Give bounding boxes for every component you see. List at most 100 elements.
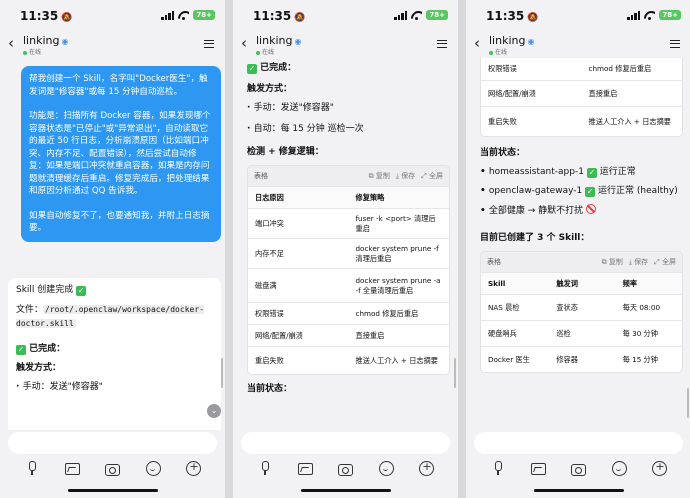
image-icon[interactable] xyxy=(65,461,81,475)
menu-icon[interactable] xyxy=(670,40,680,48)
status-bar: 11:35 🔕 78+ xyxy=(466,0,690,30)
menu-icon[interactable] xyxy=(204,40,214,48)
plus-icon[interactable] xyxy=(418,460,434,476)
done-heading: 已完成： xyxy=(260,63,297,73)
table-row: 端口冲突 fuser -k <port> 清理后重启 xyxy=(248,208,449,238)
message-input[interactable] xyxy=(474,432,683,454)
status-time: 11:35 xyxy=(253,9,292,23)
home-indicator xyxy=(533,489,624,492)
emoji-icon[interactable] xyxy=(378,461,394,476)
bot-message[interactable]: ✓ 已完成： 触发方式： 手动：发送"修容器" 自动：每 15 分钟 巡检一次 … xyxy=(247,62,450,402)
wifi-icon xyxy=(411,11,422,20)
chat-title: linking xyxy=(256,34,293,47)
bot-message[interactable]: Skill 创建完成 ✓ 文件：/root/.openclaw/workspac… xyxy=(8,278,221,430)
status-bar: 11:35 🔕 78+ xyxy=(233,0,458,30)
camera-icon[interactable] xyxy=(338,461,354,476)
table-row: 网络/配置/崩溃 直接重启 xyxy=(481,80,682,106)
microphone-icon[interactable] xyxy=(25,461,39,475)
chat-header: ‹ linking ◉ 在线 xyxy=(233,30,458,58)
microphone-icon[interactable] xyxy=(491,461,505,475)
input-toolbar xyxy=(233,458,458,478)
save-button[interactable]: ⤓ 保存 xyxy=(629,256,648,269)
check-icon: ✓ xyxy=(586,168,597,178)
bot-message[interactable]: 权限错误 chmod 修复后重启 网络/配置/崩溃 直接重启 重启失败 推送人工介入 … xyxy=(480,58,683,373)
scrollbar[interactable] xyxy=(221,358,223,388)
chat-title: linking xyxy=(23,34,60,47)
back-icon[interactable]: ‹ xyxy=(474,34,480,52)
table-header-bar: 表格 ⧉ 复制 ⤓ 保存 ⤢ 全屏 xyxy=(481,252,682,272)
home-indicator xyxy=(300,489,391,492)
scrollbar[interactable] xyxy=(687,388,689,418)
check-icon: ✓ xyxy=(247,64,257,74)
table-row: 权限错误 chmod 修复后重启 xyxy=(481,58,682,80)
skill-table: 表格 ⧉ 复制 ⤓ 保存 ⤢ 全屏 Skill 触发词 频率 NAS 晨检 查状态 每天… xyxy=(480,251,683,373)
trigger-heading: 触发方式： xyxy=(16,363,62,373)
table-header-bar: 表格 ⧉ 复制 ⤓ 保存 ⤢ 全屏 xyxy=(248,166,449,186)
status-bar: 11:35 🔕 78+ xyxy=(0,0,225,30)
robot-icon: ◉ xyxy=(294,37,302,46)
file-path: /root/.openclaw/workspace/docker-doctor.… xyxy=(16,305,204,328)
menu-icon[interactable] xyxy=(437,40,447,48)
signal-icon xyxy=(161,10,175,20)
table-row: 网络/配置/崩溃 直接重启 xyxy=(248,324,449,346)
camera-icon[interactable] xyxy=(105,461,121,476)
signal-icon xyxy=(394,10,408,20)
no-entry-icon xyxy=(586,204,597,214)
user-message-para: 帮我创建一个 Skill，名字叫"Docker医生"，触发词是"修容器"或每 1… xyxy=(29,74,208,97)
chat-screen-3: 11:35 🔕 78+ ‹ linking ◉ 在线 权限错误 chmod 修复后重启… xyxy=(466,0,690,498)
table-row: 日志原因 修复策略 xyxy=(248,186,449,208)
plus-icon[interactable] xyxy=(185,460,201,476)
check-icon: ✓ xyxy=(585,187,596,197)
current-heading: 当前状态： xyxy=(480,148,526,158)
robot-icon: ◉ xyxy=(61,37,69,46)
microphone-icon[interactable] xyxy=(258,461,272,475)
image-icon[interactable] xyxy=(298,461,314,475)
chat-screen-2: 11:35🔕 78+ ‹ linking◉ 在线 ✓ 已完成： 触发方式： 手动… xyxy=(233,0,458,498)
user-message-para: 如果自动修复不了，也要通知我，并附上日志摘要。 xyxy=(29,210,210,234)
message-list[interactable]: 权限错误 chmod 修复后重启 网络/配置/崩溃 直接重启 重启失败 推送人工介入 … xyxy=(466,58,690,430)
table-row: NAS 晨检 查状态 每天 08:00 xyxy=(481,294,682,320)
plus-icon[interactable] xyxy=(651,460,667,476)
table-row: 磁盘满 docker system prune -a -f 全量清理后重启 xyxy=(248,268,449,302)
list-item: homeassistant-app-1 ✓ 运行正常 xyxy=(480,166,683,179)
message-list[interactable]: ✓ 已完成： 触发方式： 手动：发送"修容器" 自动：每 15 分钟 巡检一次 … xyxy=(233,58,458,430)
table-row: 重启失败 推送人工介入 + 日志摘要 xyxy=(248,346,449,374)
detect-heading: 检测 + 修复逻辑： xyxy=(247,147,324,157)
strategy-table: 权限错误 chmod 修复后重启 网络/配置/崩溃 直接重启 重启失败 推送人工介入 … xyxy=(480,58,683,137)
fullscreen-button[interactable]: ⤢ 全屏 xyxy=(421,170,443,183)
image-icon[interactable] xyxy=(531,461,547,475)
list-item: 全部健康 → 静默不打扰 xyxy=(480,204,683,218)
done-heading: 已完成： xyxy=(29,344,66,354)
message-list[interactable]: 帮我创建一个 Skill，名字叫"Docker医生"，触发词是"修容器"或每 1… xyxy=(0,58,225,430)
online-status: 在线 xyxy=(262,49,275,56)
table-row: Docker 医生 修容器每 15 分钟 xyxy=(481,346,682,372)
back-icon[interactable]: ‹ xyxy=(241,34,247,52)
message-input[interactable] xyxy=(241,432,450,454)
table-label: 表格 xyxy=(487,257,501,266)
user-message[interactable]: 帮我创建一个 Skill，名字叫"Docker医生"，触发词是"修容器"或每 1… xyxy=(21,66,221,242)
status-time: 11:35 xyxy=(20,9,59,23)
battery-icon: 78+ xyxy=(193,10,215,20)
home-indicator xyxy=(67,489,158,492)
fullscreen-button[interactable]: ⤢ 全屏 xyxy=(654,256,676,269)
emoji-icon[interactable] xyxy=(145,461,161,476)
table-row: 重启失败 推送人工介入 + 日志摘要 xyxy=(481,106,682,136)
save-button[interactable]: ⤓ 保存 xyxy=(396,170,415,183)
back-icon[interactable]: ‹ xyxy=(8,34,14,52)
list-item: 手动：发送"修容器" xyxy=(16,381,213,394)
scrollbar[interactable] xyxy=(454,358,456,388)
battery-icon: 78+ xyxy=(659,10,681,20)
copy-button[interactable]: ⧉ 复制 xyxy=(602,256,623,269)
bell-off-icon: 🔕 xyxy=(527,13,539,23)
emoji-icon[interactable] xyxy=(611,461,627,476)
message-input[interactable] xyxy=(8,432,217,454)
list-item: 手动：发送"修容器" xyxy=(247,102,450,115)
camera-icon[interactable] xyxy=(571,461,587,476)
file-label: 文件： xyxy=(16,305,44,315)
scroll-down-icon[interactable]: ⌄ xyxy=(207,404,221,418)
table-label: 表格 xyxy=(254,171,268,180)
robot-icon: ◉ xyxy=(527,37,535,46)
wifi-icon xyxy=(644,11,655,20)
copy-button[interactable]: ⧉ 复制 xyxy=(369,170,390,183)
bot-created-text: Skill 创建完成 xyxy=(16,285,74,295)
